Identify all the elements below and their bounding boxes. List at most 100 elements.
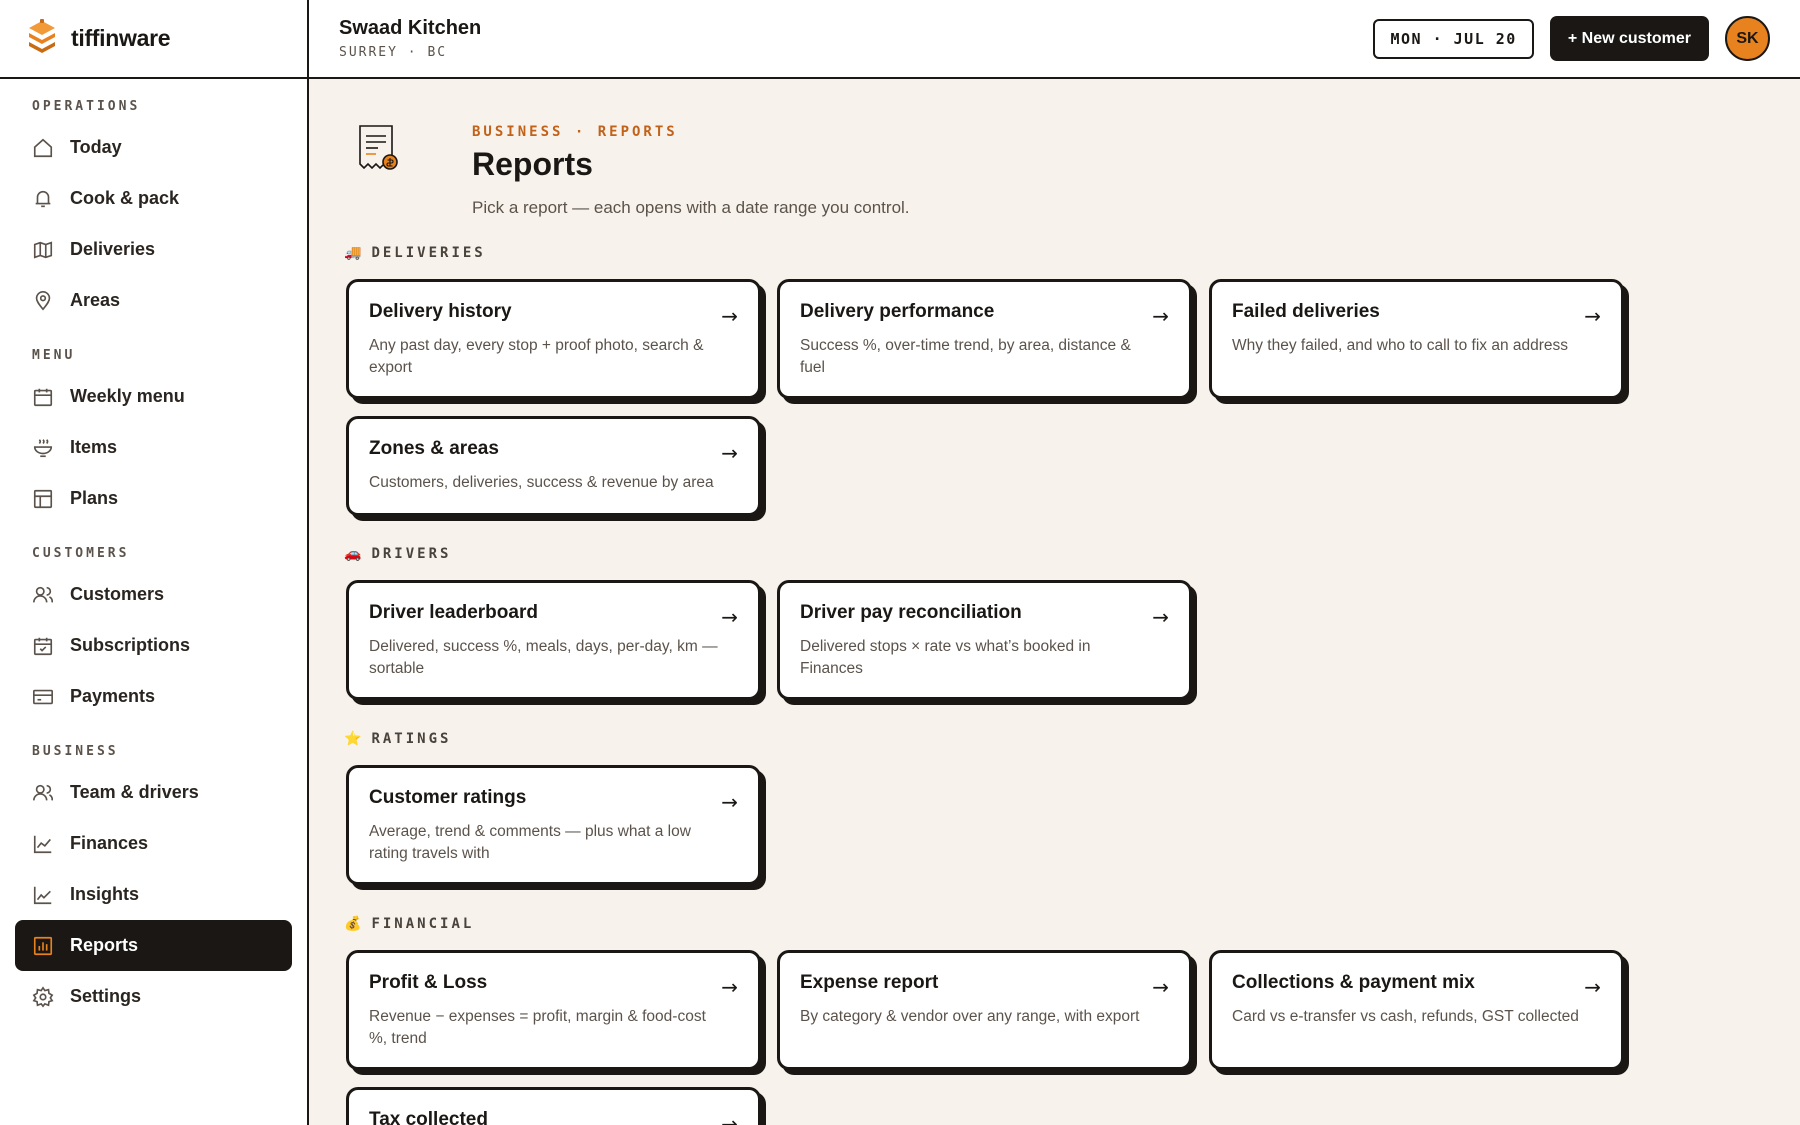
arrow-right-icon: →: [1584, 304, 1601, 328]
sidebar-item-label: Insights: [70, 884, 140, 904]
sidebar-item-plans[interactable]: Plans: [15, 473, 292, 524]
sidebar-item-label: Deliveries: [70, 239, 156, 259]
page-title: Reports: [472, 146, 593, 182]
calendar-icon: [33, 388, 53, 406]
card-title: Zones & areas: [369, 438, 499, 459]
nav-section-business: BUSINESS: [32, 744, 119, 759]
users-icon: [33, 586, 53, 602]
card-description: Revenue − expenses = profit, margin & fo…: [369, 1008, 706, 1047]
arrow-right-icon: →: [1152, 605, 1169, 629]
sidebar: tiffinware OPERATIONS Today Cook & pack …: [0, 0, 309, 1125]
sidebar-item-label: Payments: [70, 686, 156, 706]
sidebar-nav: OPERATIONS Today Cook & pack Deliveries …: [0, 79, 307, 1022]
business-info: Swaad Kitchen SURREY · BC: [339, 17, 481, 60]
sidebar-item-label: Plans: [70, 488, 119, 508]
arrow-right-icon: →: [1152, 975, 1169, 999]
card-description: Delivered, success %, meals, days, per-d…: [369, 638, 718, 677]
nav-section-customers: CUSTOMERS: [32, 546, 130, 561]
section-label: DELIVERIES: [371, 245, 486, 261]
truck-icon: 🚚: [344, 245, 362, 261]
sidebar-item-today[interactable]: Today: [15, 122, 292, 173]
sidebar-item-label: Today: [70, 137, 122, 157]
breadcrumb: BUSINESS · REPORTS: [472, 124, 678, 140]
section-drivers: 🚗 DRIVERS: [344, 546, 451, 562]
card-description: Customers, deliveries, success & revenue…: [369, 474, 714, 491]
arrow-right-icon: →: [721, 790, 738, 814]
users-icon: [33, 784, 53, 800]
report-card-failed-deliveries[interactable]: Failed deliveries Why they failed, and w…: [1209, 279, 1624, 399]
bell-icon: [35, 190, 51, 207]
report-card-zones-areas[interactable]: Zones & areas Customers, deliveries, suc…: [346, 416, 761, 516]
trend-chart-icon: [33, 886, 52, 904]
page-subtitle: Pick a report — each opens with a date r…: [472, 198, 910, 217]
card-description: Card vs e-transfer vs cash, refunds, GST…: [1232, 1008, 1579, 1025]
car-icon: 🚗: [344, 546, 362, 562]
line-chart-icon: [33, 835, 52, 853]
sidebar-item-areas[interactable]: Areas: [15, 275, 292, 326]
section-ratings: ⭐ RATINGS: [344, 731, 451, 747]
sidebar-item-label: Settings: [70, 986, 142, 1006]
new-customer-button[interactable]: + New customer: [1549, 16, 1709, 61]
sidebar-item-payments[interactable]: Payments: [15, 671, 292, 722]
sidebar-item-items[interactable]: Items: [15, 422, 292, 473]
arrow-right-icon: →: [721, 304, 738, 328]
sidebar-item-cook-pack[interactable]: Cook & pack: [15, 173, 292, 224]
sidebar-item-deliveries[interactable]: Deliveries: [15, 224, 292, 275]
bowl-icon: [33, 438, 53, 457]
card-title: Failed deliveries: [1232, 301, 1380, 322]
arrow-right-icon: →: [721, 441, 738, 465]
card-title: Driver pay reconciliation: [800, 602, 1022, 623]
report-card-expense-report[interactable]: Expense report By category & vendor over…: [777, 950, 1192, 1070]
brand[interactable]: tiffinware: [0, 0, 307, 79]
sidebar-item-customers[interactable]: Customers: [15, 569, 292, 620]
sidebar-item-reports[interactable]: Reports: [15, 920, 292, 971]
sidebar-item-subscriptions[interactable]: Subscriptions: [15, 620, 292, 671]
card-title: Driver leaderboard: [369, 602, 538, 623]
brand-name: tiffinware: [71, 25, 171, 51]
sidebar-item-label: Team & drivers: [70, 782, 199, 802]
main-content: BUSINESS · REPORTS Reports Pick a report…: [311, 81, 1800, 1125]
section-deliveries: 🚚 DELIVERIES: [344, 245, 486, 261]
sidebar-item-label: Customers: [70, 584, 165, 604]
arrow-right-icon: →: [1584, 975, 1601, 999]
sidebar-item-settings[interactable]: Settings: [15, 971, 292, 1022]
arrow-right-icon: →: [721, 1112, 738, 1125]
section-label: RATINGS: [371, 731, 452, 747]
report-card-delivery-history[interactable]: Delivery history Any past day, every sto…: [346, 279, 761, 399]
sidebar-item-label: Cook & pack: [70, 188, 180, 208]
report-card-driver-leaderboard[interactable]: Driver leaderboard Delivered, success %,…: [346, 580, 761, 700]
report-card-tax-collected[interactable]: Tax collected →: [346, 1087, 761, 1125]
top-header: Swaad Kitchen SURREY · BC MON · JUL 20 +…: [309, 0, 1800, 79]
card-title: Expense report: [800, 972, 939, 993]
sidebar-item-label: Items: [70, 437, 118, 457]
report-card-delivery-performance[interactable]: Delivery performance Success %, over-tim…: [777, 279, 1192, 399]
card-description: Why they failed, and who to call to fix …: [1232, 337, 1569, 354]
card-title: Profit & Loss: [369, 972, 488, 993]
card-title: Collections & payment mix: [1232, 972, 1475, 993]
arrow-right-icon: →: [1152, 304, 1169, 328]
date-pill[interactable]: MON · JUL 20: [1373, 18, 1534, 59]
report-card-collections-payment-mix[interactable]: Collections & payment mix Card vs e-tran…: [1209, 950, 1624, 1070]
card-title: Delivery history: [369, 301, 512, 322]
sidebar-item-finances[interactable]: Finances: [15, 818, 292, 869]
star-icon: ⭐: [344, 731, 362, 747]
arrow-right-icon: →: [721, 605, 738, 629]
credit-card-icon: [33, 689, 53, 704]
sidebar-item-weekly-menu[interactable]: Weekly menu: [15, 371, 292, 422]
sidebar-item-insights[interactable]: Insights: [15, 869, 292, 920]
card-description: Any past day, every stop + proof photo, …: [369, 337, 704, 376]
avatar[interactable]: SK: [1725, 16, 1770, 61]
nav-section-operations: OPERATIONS: [32, 99, 141, 114]
report-card-profit-loss[interactable]: Profit & Loss Revenue − expenses = profi…: [346, 950, 761, 1070]
header-actions: MON · JUL 20 + New customer SK: [1373, 16, 1770, 61]
gear-icon: [32, 985, 54, 1007]
sidebar-item-label: Finances: [70, 833, 149, 853]
card-title: Delivery performance: [800, 301, 995, 322]
report-card-customer-ratings[interactable]: Customer ratings Average, trend & commen…: [346, 765, 761, 885]
report-card-driver-pay-reconciliation[interactable]: Driver pay reconciliation Delivered stop…: [777, 580, 1192, 700]
layout-icon: [33, 489, 53, 508]
sidebar-item-label: Weekly menu: [70, 386, 185, 406]
card-description: Average, trend & comments — plus what a …: [369, 823, 691, 862]
map-icon: [33, 241, 53, 258]
sidebar-item-team-drivers[interactable]: Team & drivers: [15, 767, 292, 818]
